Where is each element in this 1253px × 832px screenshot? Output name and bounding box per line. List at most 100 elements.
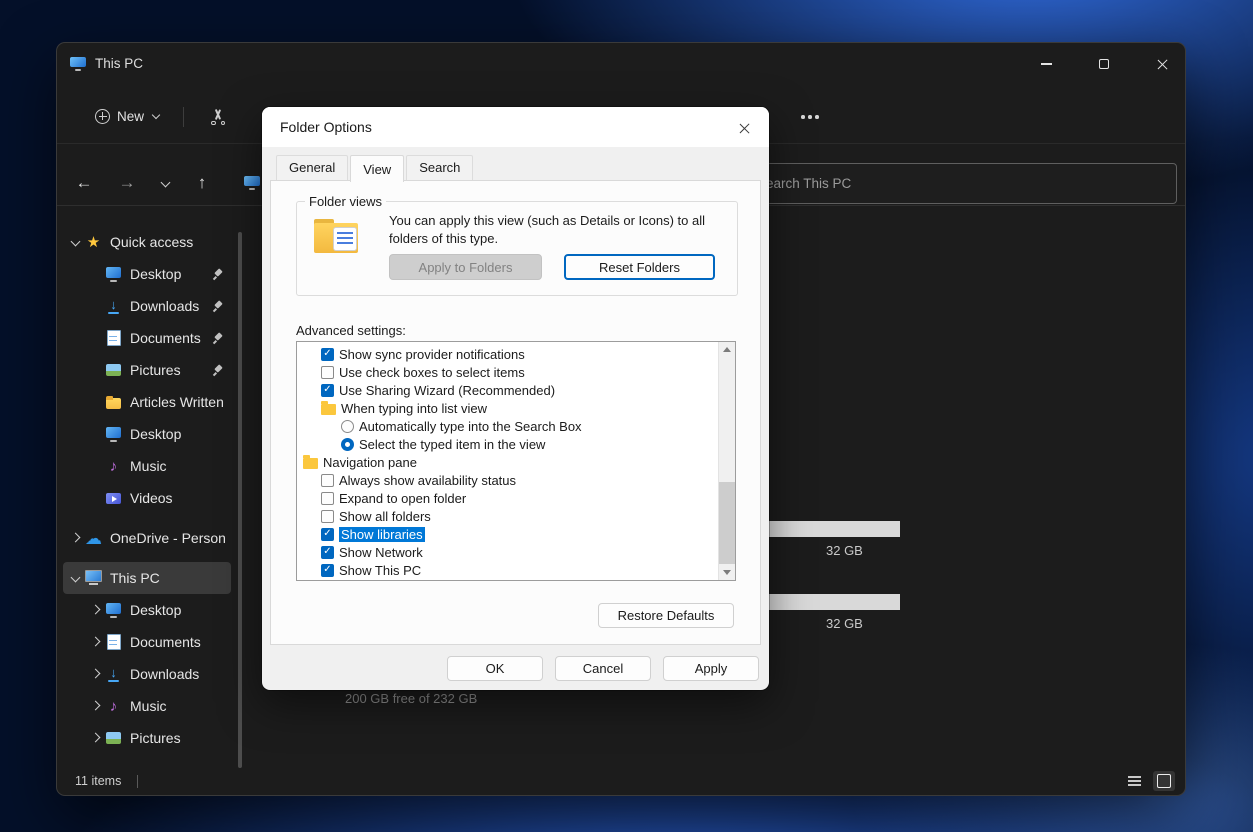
pc-icon bbox=[85, 570, 102, 587]
back-button[interactable]: ← bbox=[68, 167, 100, 199]
sidebar-item-label: Documents bbox=[130, 634, 231, 650]
apply-to-folders-button[interactable]: Apply to Folders bbox=[389, 254, 542, 280]
advanced-item-use-check-boxes-to-select-items[interactable]: Use check boxes to select items bbox=[297, 363, 718, 381]
advanced-settings-listbox: Show sync provider notificationsUse chec… bbox=[296, 341, 736, 581]
chevron-right-icon[interactable] bbox=[87, 602, 105, 618]
sidebar-item-this-pc[interactable]: This PC bbox=[63, 562, 231, 594]
dialog-title-bar: Folder Options bbox=[262, 107, 769, 147]
tab-search[interactable]: Search bbox=[406, 155, 473, 180]
advanced-item-show-sync-provider-notifications[interactable]: Show sync provider notifications bbox=[297, 345, 718, 363]
sidebar-item-quick-access[interactable]: Quick access bbox=[63, 226, 231, 258]
tab-general[interactable]: General bbox=[276, 155, 348, 180]
chevron-right-icon[interactable] bbox=[67, 530, 85, 546]
checkbox-unchecked-icon[interactable] bbox=[321, 474, 334, 487]
sidebar-scrollbar[interactable] bbox=[238, 232, 242, 768]
advanced-item-show-all-folders[interactable]: Show all folders bbox=[297, 507, 718, 525]
checkbox-checked-icon[interactable] bbox=[321, 546, 334, 559]
cut-button[interactable] bbox=[203, 104, 233, 130]
checkbox-checked-icon[interactable] bbox=[321, 348, 334, 361]
sidebar-item-label: OneDrive - Person bbox=[110, 530, 231, 546]
sidebar-item-articles-written[interactable]: Articles Written bbox=[63, 386, 231, 418]
advanced-item-show-libraries[interactable]: Show libraries bbox=[297, 525, 718, 543]
advanced-item-navigation-pane[interactable]: Navigation pane bbox=[297, 453, 718, 471]
scroll-down-icon[interactable] bbox=[719, 565, 735, 580]
more-options-button[interactable] bbox=[794, 104, 826, 130]
chevron-down-icon[interactable] bbox=[67, 570, 85, 586]
chevron-placeholder bbox=[87, 458, 105, 474]
status-bar: 11 items bbox=[57, 767, 1185, 795]
minimize-button[interactable] bbox=[1023, 47, 1069, 81]
checkbox-unchecked-icon[interactable] bbox=[321, 510, 334, 523]
advanced-item-always-show-availability-status[interactable]: Always show availability status bbox=[297, 471, 718, 489]
checkbox-checked-icon[interactable] bbox=[321, 384, 334, 397]
search-box[interactable] bbox=[743, 163, 1177, 204]
sidebar-item-label: Articles Written bbox=[130, 394, 231, 410]
sidebar-item-documents[interactable]: Documents bbox=[63, 626, 231, 658]
forward-button[interactable]: → bbox=[111, 167, 143, 199]
sidebar-item-documents[interactable]: Documents bbox=[63, 322, 231, 354]
sidebar-item-desktop[interactable]: Desktop bbox=[63, 258, 231, 290]
chevron-placeholder bbox=[87, 426, 105, 442]
maximize-button[interactable] bbox=[1081, 47, 1127, 81]
sidebar-item-pictures[interactable]: Pictures bbox=[63, 722, 231, 754]
restore-defaults-button[interactable]: Restore Defaults bbox=[598, 603, 734, 628]
tab-view[interactable]: View bbox=[350, 155, 404, 182]
document-icon bbox=[105, 330, 122, 347]
dialog-close-button[interactable] bbox=[731, 115, 757, 141]
view-tab-page: Folder views You can apply this view (su… bbox=[270, 180, 761, 645]
ok-button[interactable]: OK bbox=[447, 656, 543, 681]
sidebar-item-downloads[interactable]: Downloads bbox=[63, 658, 231, 690]
search-input[interactable] bbox=[744, 176, 1176, 191]
folder-options-dialog: Folder Options GeneralViewSearch Folder … bbox=[262, 107, 769, 690]
chevron-down-icon[interactable] bbox=[67, 234, 85, 250]
advanced-item-show-this-pc[interactable]: Show This PC bbox=[297, 561, 718, 579]
sidebar: Quick accessDesktopDownloadsDocumentsPic… bbox=[57, 223, 237, 767]
details-view-button[interactable] bbox=[1123, 771, 1145, 791]
checkbox-unchecked-icon[interactable] bbox=[321, 492, 334, 505]
statusbar-divider bbox=[137, 775, 138, 788]
monitor-icon bbox=[105, 266, 122, 283]
monitor-icon bbox=[105, 426, 122, 443]
advanced-item-expand-to-open-folder[interactable]: Expand to open folder bbox=[297, 489, 718, 507]
sidebar-item-videos[interactable]: Videos bbox=[63, 482, 231, 514]
reset-folders-button[interactable]: Reset Folders bbox=[564, 254, 715, 280]
sidebar-item-onedrive-person[interactable]: OneDrive - Person bbox=[63, 522, 231, 554]
sidebar-item-pictures[interactable]: Pictures bbox=[63, 354, 231, 386]
advanced-item-automatically-type-into-the-search-box[interactable]: Automatically type into the Search Box bbox=[297, 417, 718, 435]
advanced-item-select-the-typed-item-in-the-view[interactable]: Select the typed item in the view bbox=[297, 435, 718, 453]
scrollbar-thumb[interactable] bbox=[719, 482, 735, 564]
sidebar-item-music[interactable]: Music bbox=[63, 690, 231, 722]
chevron-right-icon[interactable] bbox=[87, 666, 105, 682]
apply-button[interactable]: Apply bbox=[663, 656, 759, 681]
sidebar-item-music[interactable]: Music bbox=[63, 450, 231, 482]
cancel-button[interactable]: Cancel bbox=[555, 656, 651, 681]
chevron-right-icon[interactable] bbox=[87, 730, 105, 746]
recent-locations-button[interactable] bbox=[150, 167, 182, 199]
checkbox-checked-icon[interactable] bbox=[321, 528, 334, 541]
advanced-item-label: When typing into list view bbox=[341, 401, 487, 416]
advanced-item-use-sharing-wizard-recommended[interactable]: Use Sharing Wizard (Recommended) bbox=[297, 381, 718, 399]
radio-selected-icon[interactable] bbox=[341, 438, 354, 451]
sidebar-item-desktop[interactable]: Desktop bbox=[63, 594, 231, 626]
chevron-right-icon[interactable] bbox=[87, 634, 105, 650]
checkbox-unchecked-icon[interactable] bbox=[321, 366, 334, 379]
sidebar-item-downloads[interactable]: Downloads bbox=[63, 290, 231, 322]
advanced-item-when-typing-into-list-view[interactable]: When typing into list view bbox=[297, 399, 718, 417]
close-button[interactable] bbox=[1139, 47, 1185, 81]
advanced-item-label: Automatically type into the Search Box bbox=[359, 419, 582, 434]
list-scrollbar[interactable] bbox=[718, 342, 735, 580]
chevron-right-icon[interactable] bbox=[87, 698, 105, 714]
radio-unselected-icon[interactable] bbox=[341, 420, 354, 433]
folder-views-group: Folder views You can apply this view (su… bbox=[296, 201, 738, 296]
pin-icon bbox=[211, 267, 225, 281]
desktop-wallpaper: This PC New ← → ↑ bbox=[0, 0, 1253, 832]
large-icons-view-button[interactable] bbox=[1153, 771, 1175, 791]
sidebar-item-desktop[interactable]: Desktop bbox=[63, 418, 231, 450]
new-button[interactable]: New bbox=[85, 101, 171, 131]
scroll-up-icon[interactable] bbox=[719, 342, 735, 357]
advanced-item-show-network[interactable]: Show Network bbox=[297, 543, 718, 561]
up-button[interactable]: ↑ bbox=[186, 167, 218, 199]
music-icon bbox=[105, 698, 122, 715]
checkbox-checked-icon[interactable] bbox=[321, 564, 334, 577]
close-icon bbox=[1156, 58, 1169, 71]
